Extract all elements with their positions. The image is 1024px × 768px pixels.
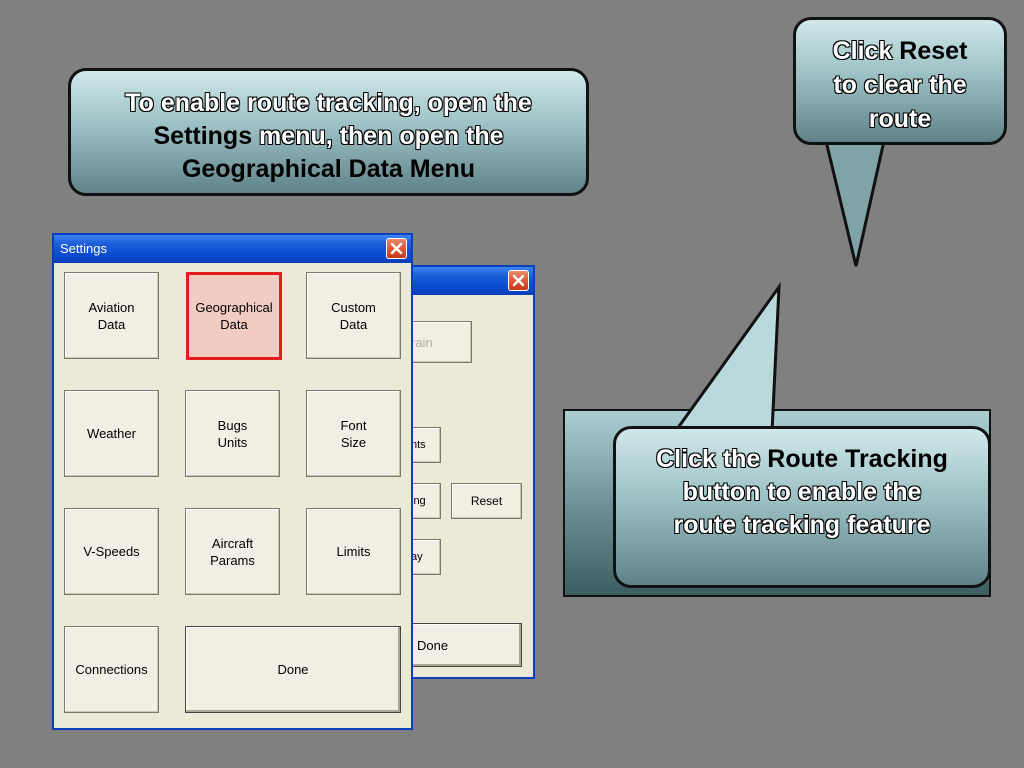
geographical-data-window: rain nts ing Reset ay Done [396,265,535,679]
reset-callout-tail [824,139,886,267]
reset-callout-line-2: to clear the [833,71,967,99]
geographical-data-menu-keyword: Geographical Data Menu [181,155,476,183]
settings-window: Settings Aviation Data Geographical Data… [52,233,413,730]
bg-done-button[interactable]: Done [396,623,522,667]
v-speeds-button[interactable]: V-Speeds [64,508,159,595]
route-tracking-keyword: Route Tracking [767,445,948,473]
bugs-units-button[interactable]: Bugs Units [185,390,280,477]
reset-callout-click: Click [832,37,900,65]
route-callout-line-3: route tracking feature [673,511,931,539]
aircraft-params-button[interactable]: Aircraft Params [185,508,280,595]
instruction-callout-settings: To enable route tracking, open the Setti… [68,68,589,196]
limits-button[interactable]: Limits [306,508,401,595]
connections-button[interactable]: Connections [64,626,159,713]
close-icon[interactable] [386,238,407,259]
aviation-data-button[interactable]: Aviation Data [64,272,159,359]
settings-keyword: Settings [153,122,253,150]
instruction-callout-route-tracking: Click the Route Tracking button to enabl… [613,426,991,588]
close-icon[interactable] [508,270,529,291]
done-button[interactable]: Done [185,626,401,713]
reset-callout-line-3: route [868,105,932,133]
callout-line-2: Settings menu, then open the [71,120,586,153]
geographical-data-button[interactable]: Geographical Data [186,272,282,360]
instruction-callout-reset: Click Reset to clear the route [793,17,1007,145]
custom-data-button[interactable]: Custom Data [306,272,401,359]
reset-button[interactable]: Reset [451,483,522,519]
reset-keyword: Reset [899,37,968,65]
settings-title: Settings [60,241,107,256]
font-size-button[interactable]: Font Size [306,390,401,477]
route-callout-line-1: Click the Route Tracking [616,443,988,476]
geographical-data-titlebar [398,267,533,295]
route-callout-line-2: button to enable the [682,478,922,506]
reset-callout-line-1: Click Reset [796,34,1004,68]
settings-titlebar: Settings [54,235,411,263]
route-callout-click: Click the [656,445,768,473]
callout-line-1: To enable route tracking, open the [125,89,532,117]
weather-button[interactable]: Weather [64,390,159,477]
callout-line-2-rest: menu, then open the [252,122,504,150]
